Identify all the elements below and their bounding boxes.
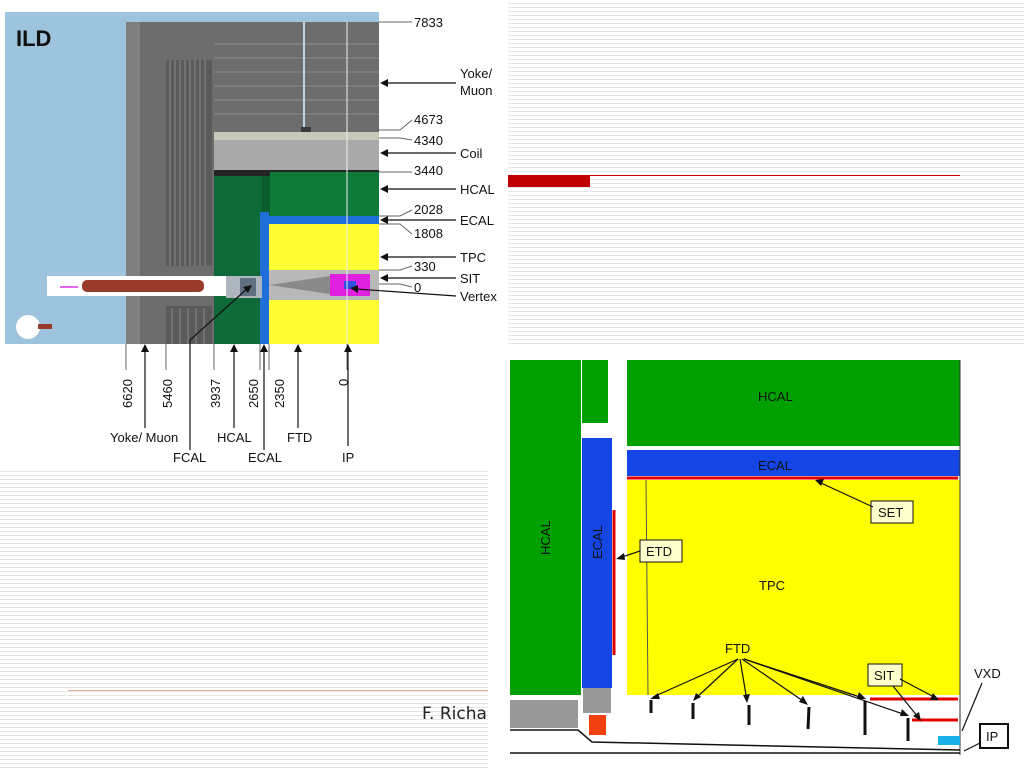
label-hcal-right: HCAL [460,182,495,197]
ild-title: ILD [16,26,51,51]
ecal-left-label: ECAL [590,525,605,559]
hcal-top-label: HCAL [758,389,793,404]
label-ftd-bottom: FTD [287,430,312,445]
dim-0-bottom: 0 [336,379,351,386]
dim-2028: 2028 [414,202,443,217]
hcal-ring-block [582,360,608,423]
dim-4673: 4673 [414,112,443,127]
dim-4340: 4340 [414,133,443,148]
yoke-endcap-lamellae-lower [166,306,212,344]
hcal-left-label: HCAL [538,520,553,555]
author-footer: F. Richa [422,704,487,724]
label-muon: Muon [460,83,493,98]
qd0-magnet [82,280,204,292]
slide-footer-rule [68,690,488,691]
label-ecal-bottom: ECAL [248,450,282,465]
dim-6620: 6620 [120,379,135,408]
label-ip-bottom: IP [342,450,354,465]
ftd-label: FTD [725,641,750,656]
fcal-support-block [583,688,611,713]
inner-detector-figure: HCAL ECAL HCAL ECAL TPC SET ETD FTD SIT [488,345,1024,768]
coil-cryostat-top [214,132,379,140]
ecal-barrel-region [268,216,379,224]
label-hcal-bottom: HCAL [217,430,252,445]
label-sit-right: SIT [460,271,480,286]
label-fcal-bottom: FCAL [173,450,206,465]
hcal-ring [262,176,270,216]
sit-label: SIT [874,668,894,683]
label-vertex-right: Vertex [460,289,497,304]
ild-quadrant-figure: ILD 7833 4673 4340 3440 2028 1808 330 0 [0,0,508,470]
hcal-barrel-block [627,360,960,446]
dim-3937: 3937 [208,379,223,408]
ecal-endcap-block [582,438,612,688]
label-tpc-right: TPC [460,250,486,265]
beamline-support-block [510,700,578,728]
ip-label: IP [986,729,998,744]
ild-person-figure [16,315,40,339]
slide-title-accent-bar [508,175,590,187]
dim-3440: 3440 [414,163,443,178]
set-label: SET [878,505,903,520]
dim-5460: 5460 [160,379,175,408]
label-yoke: Yoke/ [460,66,492,81]
fcal-block [589,715,606,735]
dim-7833: 7833 [414,15,443,30]
ecal-barrel-block [627,450,960,476]
vxd-block [938,736,960,745]
hcal-endcap-region [214,176,262,344]
tpc-label: TPC [759,578,785,593]
label-coil: Coil [460,146,483,161]
vxd-label: VXD [974,666,1001,681]
label-ecal-right: ECAL [460,213,494,228]
hcal-barrel-region [270,172,379,218]
label-yoke-muon-bottom: Yoke/ Muon [110,430,178,445]
etd-label: ETD [646,544,672,559]
ild-person-marker [38,324,52,329]
dim-330: 330 [414,259,436,274]
dim-1808: 1808 [414,226,443,241]
dim-2650: 2650 [246,379,261,408]
ecal-top-label: ECAL [758,458,792,473]
coil-region [214,140,379,170]
dim-2350: 2350 [272,379,287,408]
